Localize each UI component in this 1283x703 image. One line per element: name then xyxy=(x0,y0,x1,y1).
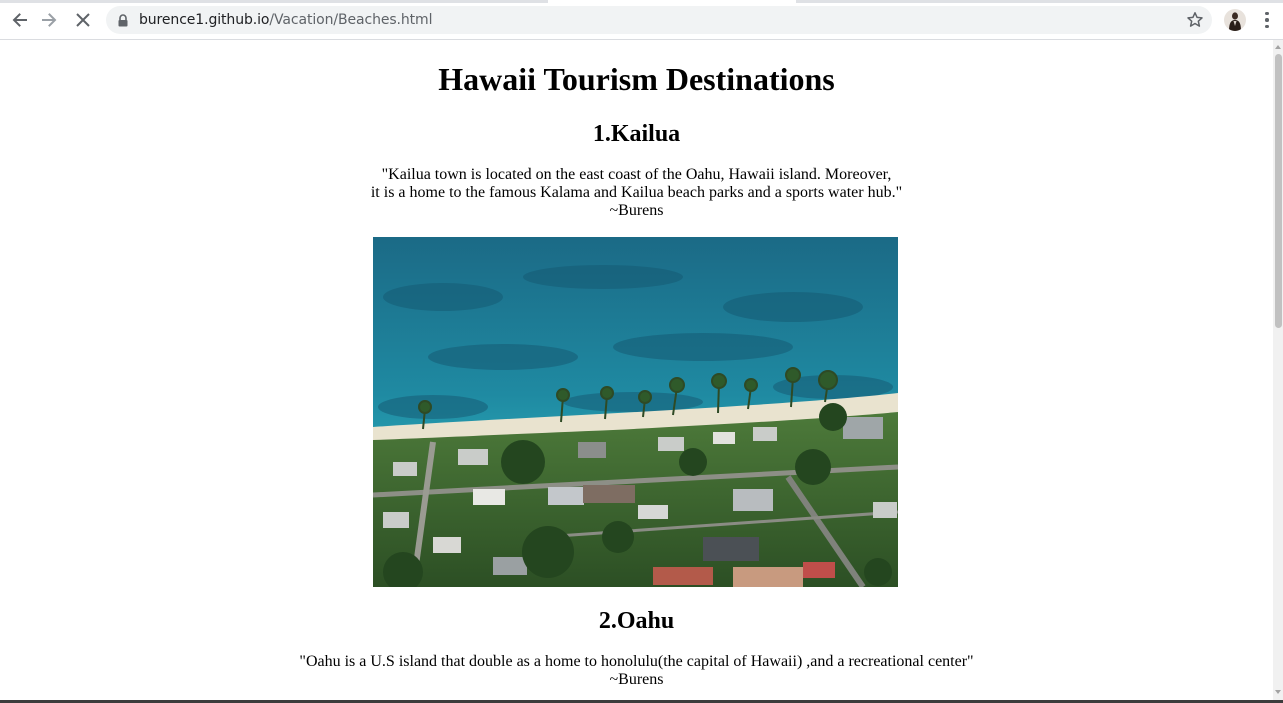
stop-loading-button[interactable] xyxy=(68,5,98,35)
kailua-quote: "Kailua town is located on the east coas… xyxy=(0,166,1273,220)
kailua-quote-line-1: "Kailua town is located on the east coas… xyxy=(381,166,892,183)
star-icon[interactable] xyxy=(1186,11,1204,29)
address-bar[interactable]: burence1.github.io/Vacation/Beaches.html xyxy=(106,6,1212,34)
lock-icon[interactable] xyxy=(117,14,129,27)
profile-avatar[interactable] xyxy=(1224,9,1246,31)
url-text[interactable]: burence1.github.io/Vacation/Beaches.html xyxy=(139,11,432,29)
close-icon xyxy=(76,13,90,27)
kailua-image-svg xyxy=(373,237,898,587)
kailua-aerial-photo xyxy=(373,237,898,587)
person-icon xyxy=(1229,12,1241,31)
section-heading-kailua: 1.Kailua xyxy=(592,121,681,147)
page-viewport: Hawaii Tourism Destinations 1.Kailua "Ka… xyxy=(0,40,1273,700)
browser-toolbar: burence1.github.io/Vacation/Beaches.html xyxy=(0,3,1283,39)
oahu-quote: "Oahu is a U.S island that double as a h… xyxy=(0,653,1273,689)
scrollbar-thumb[interactable] xyxy=(1275,54,1282,328)
forward-button[interactable] xyxy=(35,5,65,35)
kailua-quote-author: ~Burens xyxy=(609,202,664,219)
vertical-scrollbar[interactable] xyxy=(1273,40,1283,700)
url-host: burence1.github.io xyxy=(139,12,270,28)
url-path: /Vacation/Beaches.html xyxy=(269,12,433,28)
browser-menu-button[interactable] xyxy=(1257,8,1277,32)
kebab-menu-icon xyxy=(1265,11,1269,16)
scroll-down-arrow-icon[interactable] xyxy=(1275,690,1281,694)
oahu-quote-line-1: "Oahu is a U.S island that double as a h… xyxy=(299,653,974,670)
oahu-quote-author: ~Burens xyxy=(609,671,664,688)
arrow-left-icon xyxy=(12,13,27,27)
scroll-up-arrow-icon[interactable] xyxy=(1275,45,1281,49)
section-heading-oahu: 2.Oahu xyxy=(598,608,675,634)
back-button[interactable] xyxy=(4,5,34,35)
kailua-quote-line-2: it is a home to the famous Kalama and Ka… xyxy=(370,184,903,201)
arrow-right-icon xyxy=(42,13,57,27)
page-title: Hawaii Tourism Destinations xyxy=(438,61,835,97)
